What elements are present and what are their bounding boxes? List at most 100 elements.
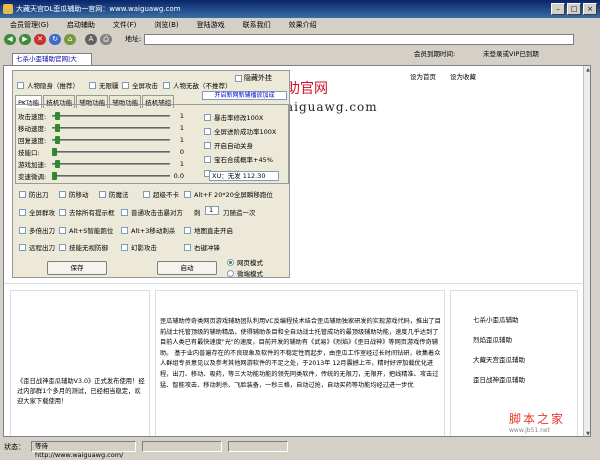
check-phantom-attack[interactable]: 幻影攻击 [121,242,157,252]
slider-thumb[interactable] [55,160,60,168]
link-lieyan[interactable]: 烈焰歪瓜辅助 [473,334,512,344]
check-remove-prompts[interactable]: 去除所有提示框 [59,207,115,217]
slider-thumb[interactable] [52,172,57,180]
slider-track[interactable] [52,112,170,120]
vertical-scrollbar[interactable]: ▲ ▼ [583,66,590,436]
check-right-click-charge[interactable]: 右键冲锋 [184,242,220,252]
check-invisible[interactable]: 人物隐身（推荐） [17,80,79,90]
forward-icon[interactable]: ▶ [19,33,31,45]
check-no-lag[interactable]: 超级不卡 [143,189,179,199]
expiry-label: 会员到期时间: [414,50,456,58]
website-content: 《歪日战神歪瓜辅助V3.0》正式发布使用！经过内部群1个多月的测试，已经相当稳定… [4,283,582,436]
slider-track[interactable] [52,172,170,180]
coord-display: XU：无发 112.30 [209,171,279,181]
check-map-walk[interactable]: 地图直走开启 [184,225,233,235]
check-fullscreen-attack[interactable]: 全屏攻击 [122,80,158,90]
menu-effects[interactable]: 效果介绍 [289,20,317,30]
menu-start-assist[interactable]: 启动辅助 [67,20,95,30]
intro-column: 歪瓜辅助传奇类网页游戏辅助团队利用VC反编程技术结合歪瓜辅助独家研发的实现游戏代… [155,290,445,436]
check-anti-magic[interactable]: 防魔法 [99,189,129,199]
address-input[interactable] [144,33,575,45]
slider-value: 1 [179,160,184,168]
status-bar: 状态： 等待 http://www.waiguawg.com/ [0,438,600,459]
back-icon[interactable]: ◀ [4,33,16,45]
slider-thumb[interactable] [52,148,57,156]
slider-label: 变速微调: [18,173,47,181]
slider-label: 技能口: [18,149,40,157]
slider-track[interactable] [52,124,170,132]
title-bar: 大藏天宫DL歪瓜辅助一官网：www.waiguawg.com – □ × [0,0,600,18]
slider-track[interactable] [52,136,170,144]
check-multi-blade[interactable]: 多倍出刀 [19,225,55,235]
check-no-border[interactable]: 无限疆 [89,80,119,90]
interval-unit-label: 刀随造一次 [223,209,256,217]
slider-row: 技能口: 0 [18,147,188,157]
expiry-value: 未登录或VIP已到期 [483,50,539,58]
refresh-icon[interactable]: ↻ [49,33,61,45]
set-home-link[interactable]: 设为首页 [410,71,436,81]
check-aoe-attack[interactable]: 全屏群攻 [19,207,55,217]
check-smart-move[interactable]: Alt+S智能跑位 [59,225,113,235]
watermark-logo: 脚本之家 [509,412,566,426]
news-column: 《歪日战神歪瓜辅助V3.0》正式发布使用！经过内部群1个多月的测试，已经相当稳定… [10,290,150,436]
interval-input[interactable]: 1 [205,206,219,215]
menu-file[interactable]: 文件(F) [113,20,137,30]
save-button[interactable]: 保存 [47,261,107,275]
check-advance-rate[interactable]: 全屏进阶成功率100X [204,126,276,136]
check-ignore-defense[interactable]: 技能无视防御 [59,242,108,252]
slider-thumb[interactable] [55,136,60,144]
news-text: 《歪日战神歪瓜辅助V3.0》正式发布使用！经过内部群1个多月的测试，已经相当稳定… [17,378,145,405]
slider-value: 1 [179,136,184,144]
check-move-stab[interactable]: Alt+3移动刺杀 [121,225,175,235]
menu-contact[interactable]: 联系我们 [243,20,271,30]
browser-tab[interactable]: 七杀小歪辅助官网|大 [12,53,92,65]
home-icon[interactable]: ⌂ [64,33,76,45]
close-button[interactable]: × [583,3,597,15]
check-anti-move[interactable]: 防移动 [59,189,89,199]
check-remote-blade[interactable]: 远程出刀 [19,242,55,252]
check-normal-crit[interactable]: 普通攻击击暴对方 [121,207,183,217]
slider-track[interactable] [52,160,170,168]
website-title: 助官网 [286,81,328,97]
mode-web-radio[interactable]: 网页模式 [227,257,263,267]
print-icon[interactable]: ⎙ [100,33,112,45]
stop-icon[interactable]: ✕ [34,33,46,45]
control-panel: 人物隐身（推荐） 无限疆 全屏攻击 人物无敌（不推荐） 隐藏外挂 开启新网新辅播… [12,70,290,278]
minimize-button[interactable]: – [551,3,565,15]
website-url: aiguawg.com [286,100,378,114]
slider-thumb[interactable] [55,112,60,120]
check-gem-rate[interactable]: 宝石合成概率+45% [204,154,273,164]
scroll-down-icon[interactable]: ▼ [584,430,590,436]
status-cell-3 [228,441,288,452]
slider-row: 攻击速度: 1 [18,111,188,121]
status-label: 状态： [4,442,25,451]
slider-thumb[interactable] [55,124,60,132]
menu-member[interactable]: 会员管理(G) [10,20,49,30]
menu-login-game[interactable]: 登陆游戏 [197,20,225,30]
font-size-icon[interactable]: A [85,33,97,45]
slider-value: 1 [179,124,184,132]
window-title: 大藏天宫DL歪瓜辅助一官网：www.waiguawg.com [16,5,181,13]
slider-value: 0.0 [173,172,184,180]
address-label: 地址: [125,35,142,43]
link-dazang[interactable]: 大藏天宫歪瓜辅助 [473,354,525,364]
hide-plugin-checkbox[interactable]: 隐藏外挂 [235,73,272,83]
mode-client-radio[interactable]: 微端模式 [227,268,263,278]
status-loading: 等待 http://www.waiguawg.com/ [31,441,136,459]
check-auto-armor[interactable]: 开启自动关身 [204,140,253,150]
add-favorite-link[interactable]: 设为收藏 [450,71,476,81]
check-alt-f-teleport[interactable]: Alt+F 20*20全屏瞬移跑位 [184,189,273,199]
check-anti-blade[interactable]: 防出刀 [19,189,49,199]
check-crit-rate[interactable]: 暴击率修改100X [204,112,263,122]
check-invincible[interactable]: 人物无敌（不推荐） [163,80,232,90]
maximize-button[interactable]: □ [567,3,581,15]
start-button[interactable]: 启动 [157,261,217,275]
link-qisha[interactable]: 七杀小歪瓜辅助 [473,314,519,324]
link-zhanshen[interactable]: 歪日战神歪瓜辅助 [473,374,525,384]
slider-row: 游戏加速: 1 [18,159,188,169]
slider-row: 回复速度: 1 [18,135,188,145]
menu-browse[interactable]: 浏览(B) [154,20,178,30]
open-web-button[interactable]: 开启新网新辅播放加成 [202,91,287,100]
slider-track[interactable] [52,148,170,156]
scroll-up-icon[interactable]: ▲ [584,66,590,74]
